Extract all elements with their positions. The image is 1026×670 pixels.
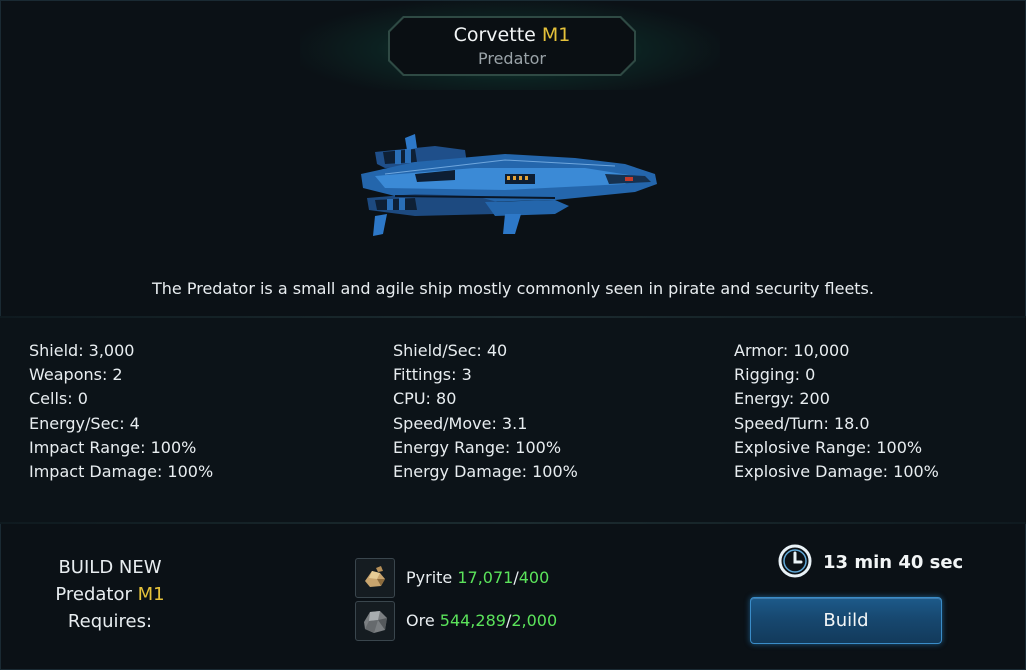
requires-text: Requires: (67, 611, 153, 632)
stat-cells: Cells: 0 (29, 389, 88, 409)
stats-column-3: Armor: 10,000 Rigging: 0 Energy: 200 Spe… (734, 339, 939, 484)
resource-ore-name: Ore (406, 611, 435, 630)
stat-energy: Energy: 200 (734, 389, 830, 409)
resource-pyrite: Pyrite 17,071/400 (406, 568, 549, 587)
clock-icon (778, 544, 812, 578)
stats-top-divider (0, 316, 1026, 318)
stat-explosive-range: Explosive Range: 100% (734, 437, 923, 457)
build-button[interactable]: Build (750, 597, 942, 644)
build-ship-mark: M1 (137, 584, 165, 605)
stat-rigging: Rigging: 0 (734, 365, 816, 385)
stats-bottom-divider (0, 522, 1026, 524)
stat-speed-move: Speed/Move: 3.1 (393, 413, 528, 433)
stats-column-1: Shield: 3,000 Weapons: 2 Cells: 0 Energy… (29, 339, 213, 484)
build-ship-name: Predator (55, 584, 132, 605)
stat-energy-damage: Energy Damage: 100% (393, 462, 578, 482)
stat-impact-range: Impact Range: 100% (29, 437, 197, 457)
resource-ore-have: 544,289 (439, 611, 506, 630)
build-ship-line: Predator M1 (30, 581, 190, 608)
stat-weapons: Weapons: 2 (29, 365, 123, 385)
stats-column-2: Shield/Sec: 40 Fittings: 3 CPU: 80 Speed… (393, 339, 578, 484)
ship-class-title: Corvette M1 (390, 24, 634, 46)
stat-energy-sec: Energy/Sec: 4 (29, 413, 140, 433)
stat-fittings: Fittings: 3 (393, 365, 472, 385)
predator-ship-image (361, 134, 657, 236)
stat-shield: Shield: 3,000 (29, 341, 135, 360)
stat-shield-sec: Shield/Sec: 40 (393, 341, 508, 360)
resource-ore-need: 2,000 (511, 611, 558, 630)
ship-description: The Predator is a small and agile ship m… (152, 279, 874, 298)
resource-pyrite-need: 400 (518, 568, 550, 587)
ship-mark: M1 (541, 24, 571, 46)
stat-explosive-damage: Explosive Damage: 100% (734, 462, 939, 482)
resource-ore: Ore 544,289/2,000 (406, 611, 557, 630)
build-new-text: BUILD NEW (58, 557, 162, 578)
ship-class: Corvette (453, 24, 536, 46)
resource-pyrite-have: 17,071 (457, 568, 514, 587)
stat-impact-damage: Impact Damage: 100% (29, 462, 214, 482)
stat-speed-turn: Speed/Turn: 18.0 (734, 413, 870, 433)
stat-armor: Armor: 10,000 (734, 341, 850, 360)
stat-energy-range: Energy Range: 100% (393, 437, 562, 457)
ship-name-subtitle: Predator (477, 49, 547, 68)
pyrite-icon (355, 558, 395, 598)
build-time: 13 min 40 sec (823, 552, 964, 573)
resource-pyrite-name: Pyrite (406, 568, 453, 587)
stat-cpu: CPU: 80 (393, 389, 457, 409)
ore-icon (355, 601, 395, 641)
build-requirements-label: BUILD NEW Predator M1 Requires: (30, 554, 190, 635)
